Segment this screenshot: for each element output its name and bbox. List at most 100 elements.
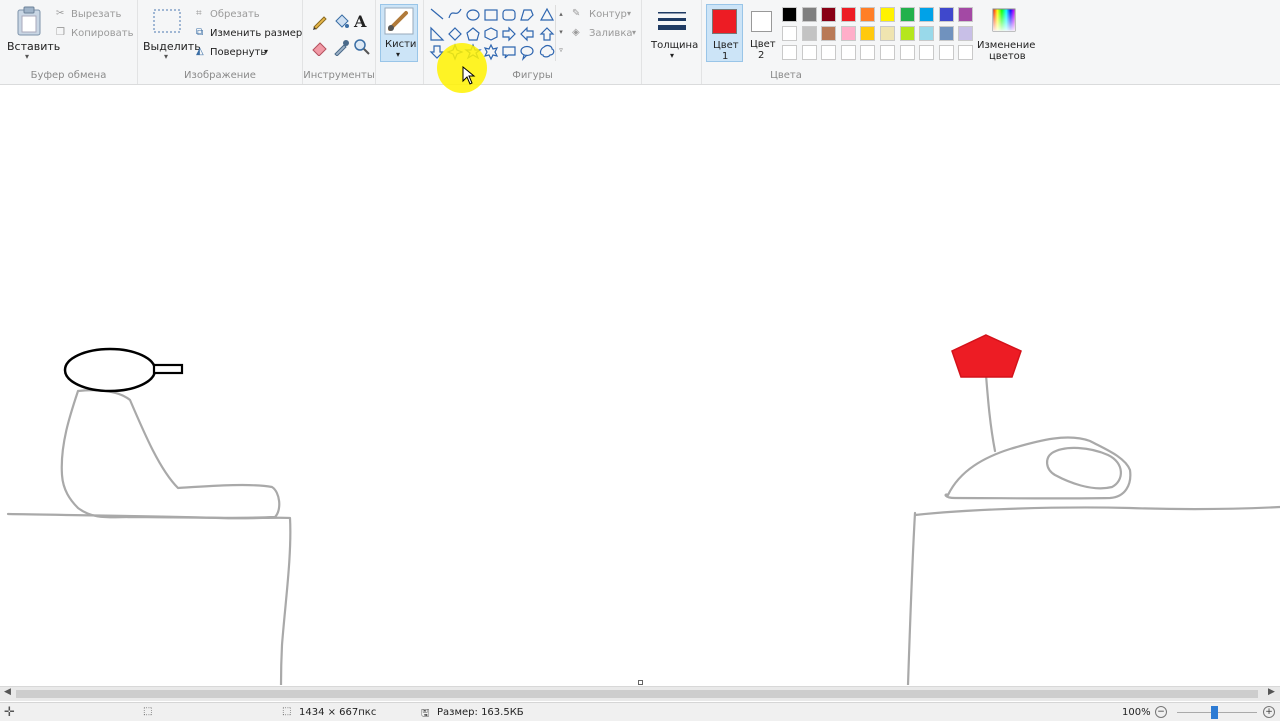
paste-button[interactable]: Вставить ▾ [4,4,60,64]
scroll-left-icon[interactable]: ◀ [4,687,11,697]
palette-swatch[interactable] [821,26,837,41]
palette-swatch-empty[interactable] [860,45,876,60]
palette-swatch-empty[interactable] [840,45,856,60]
select-button[interactable]: Выделить ▾ [142,4,201,64]
drawing-canvas[interactable] [0,85,1280,687]
scroll-right-icon[interactable]: ▶ [1268,687,1275,697]
palette-swatch-empty[interactable] [938,45,954,60]
chevron-down-icon: ▾ [25,52,30,61]
canvas-drawing [6,334,1280,687]
palette-swatch[interactable] [880,7,895,22]
colors-group: Цвет 1 Цвет 2 Изменение цветов Цвета [702,0,1040,84]
clipboard-group-label: Буфер обмена [30,70,107,81]
zoom-slider-thumb[interactable] [1211,706,1218,719]
palette-swatch[interactable] [938,26,954,41]
color1-button[interactable]: Цвет 1 [706,4,743,62]
color1-swatch [712,9,737,34]
palette-swatch-empty[interactable] [821,45,837,60]
palette-swatch-empty[interactable] [919,45,935,60]
rotate-icon: ◭ [196,46,204,57]
shapes-scroll[interactable]: ▴ ▾ ▿ [555,5,566,61]
cursor-position-icon: ✛ [4,705,15,720]
image-group-label: Изображение [184,70,256,81]
palette-swatch[interactable] [899,26,915,41]
palette-swatch[interactable] [821,7,837,22]
horizontal-scrollbar[interactable]: ◀ ▶ [0,686,1280,701]
zoom-out-button[interactable]: − [1155,706,1167,718]
image-size-icon: ⬚ [282,706,292,717]
palette-swatch[interactable] [782,26,797,41]
palette-swatch[interactable] [801,26,817,41]
brushes-button[interactable]: Кисти ▾ [380,4,418,62]
color1-label: Цвет [713,40,739,51]
palette-swatch-empty[interactable] [801,45,817,60]
palette-swatch-empty[interactable] [899,45,915,60]
resize-button[interactable]: ⧉ Изменить размер [194,27,303,41]
color2-button[interactable]: Цвет 2 [747,4,777,62]
color-wheel-icon [992,8,1016,32]
copy-label: Копировать [71,28,134,39]
scrollbar-thumb[interactable] [16,690,1258,698]
crop-label: Обрезать [210,9,260,20]
left-ground-line [6,512,292,687]
brushes-group: Кисти ▾ [376,0,424,84]
ribbon: Вставить ▾ ✂ Вырезать ❐ Копировать Буфер… [0,0,1280,85]
rotate-label: Повернуть [210,47,267,58]
palette-swatch-empty[interactable] [958,45,974,60]
outline-icon: ✎ [572,8,581,19]
palette-swatch[interactable] [958,7,974,22]
eraser-icon[interactable] [311,38,329,56]
chevron-down-icon: ▾ [264,47,269,56]
cut-button[interactable]: ✂ Вырезать [54,8,134,22]
colors-group-label: Цвета [770,70,802,81]
file-size: Размер: 163.5КБ [437,707,524,718]
palette-swatch[interactable] [958,26,974,41]
palette-swatch[interactable] [860,26,876,41]
text-tool-icon[interactable]: A [354,12,366,31]
left-figure-barrel [152,363,184,375]
palette-swatch[interactable] [782,7,797,22]
tools-group-label: Инструменты [303,70,375,81]
chevron-down-icon: ▾ [164,52,169,61]
palette-swatch[interactable] [938,7,954,22]
edit-colors-label-1: Изменение [977,40,1036,51]
line-thickness-icon [658,12,686,30]
pencil-icon[interactable] [311,12,329,30]
left-figure-body [60,389,281,519]
rotate-button[interactable]: ◭ Повернуть ▾ [194,46,294,60]
fill-button[interactable]: ◈ Заливка ▾ [572,27,638,41]
color2-number: 2 [758,50,765,61]
chevron-down-icon: ▾ [632,28,637,37]
chevron-down-icon: ▾ [670,51,675,60]
copy-button[interactable]: ❐ Копировать [54,27,134,41]
chevron-down-icon: ▾ [627,9,632,18]
crop-button[interactable]: ⌗ Обрезать [194,8,294,22]
palette-swatch-empty[interactable] [880,45,895,60]
left-figure-head [63,347,157,393]
edit-colors-button[interactable]: Изменение цветов [977,4,1037,62]
magnifier-icon[interactable] [353,38,371,56]
palette-swatch[interactable] [919,7,935,22]
palette-swatch[interactable] [860,7,876,22]
selection-size-icon: ⬚ [143,706,153,717]
crop-icon: ⌗ [196,8,202,19]
size-label: Толщина [651,40,699,51]
outline-button[interactable]: ✎ Контур ▾ [572,8,638,22]
palette-swatch[interactable] [919,26,935,41]
palette-swatch-empty[interactable] [782,45,797,60]
palette-swatch[interactable] [840,26,856,41]
palette-swatch[interactable] [840,7,856,22]
fill-label: Заливка [589,28,633,39]
palette-swatch[interactable] [899,7,915,22]
canvas-resize-handle[interactable] [638,680,643,685]
fill-bucket-icon[interactable] [332,12,350,30]
zoom-in-button[interactable]: + [1263,706,1275,718]
edit-colors-label-2: цветов [989,51,1026,62]
palette-swatch[interactable] [801,7,817,22]
resize-label: Изменить размер [210,28,303,39]
palette-swatch[interactable] [880,26,895,41]
color1-number: 1 [722,51,729,62]
size-button[interactable]: Толщина ▾ [646,4,698,62]
color-picker-icon[interactable] [332,38,350,56]
outline-label: Контур [589,9,627,20]
